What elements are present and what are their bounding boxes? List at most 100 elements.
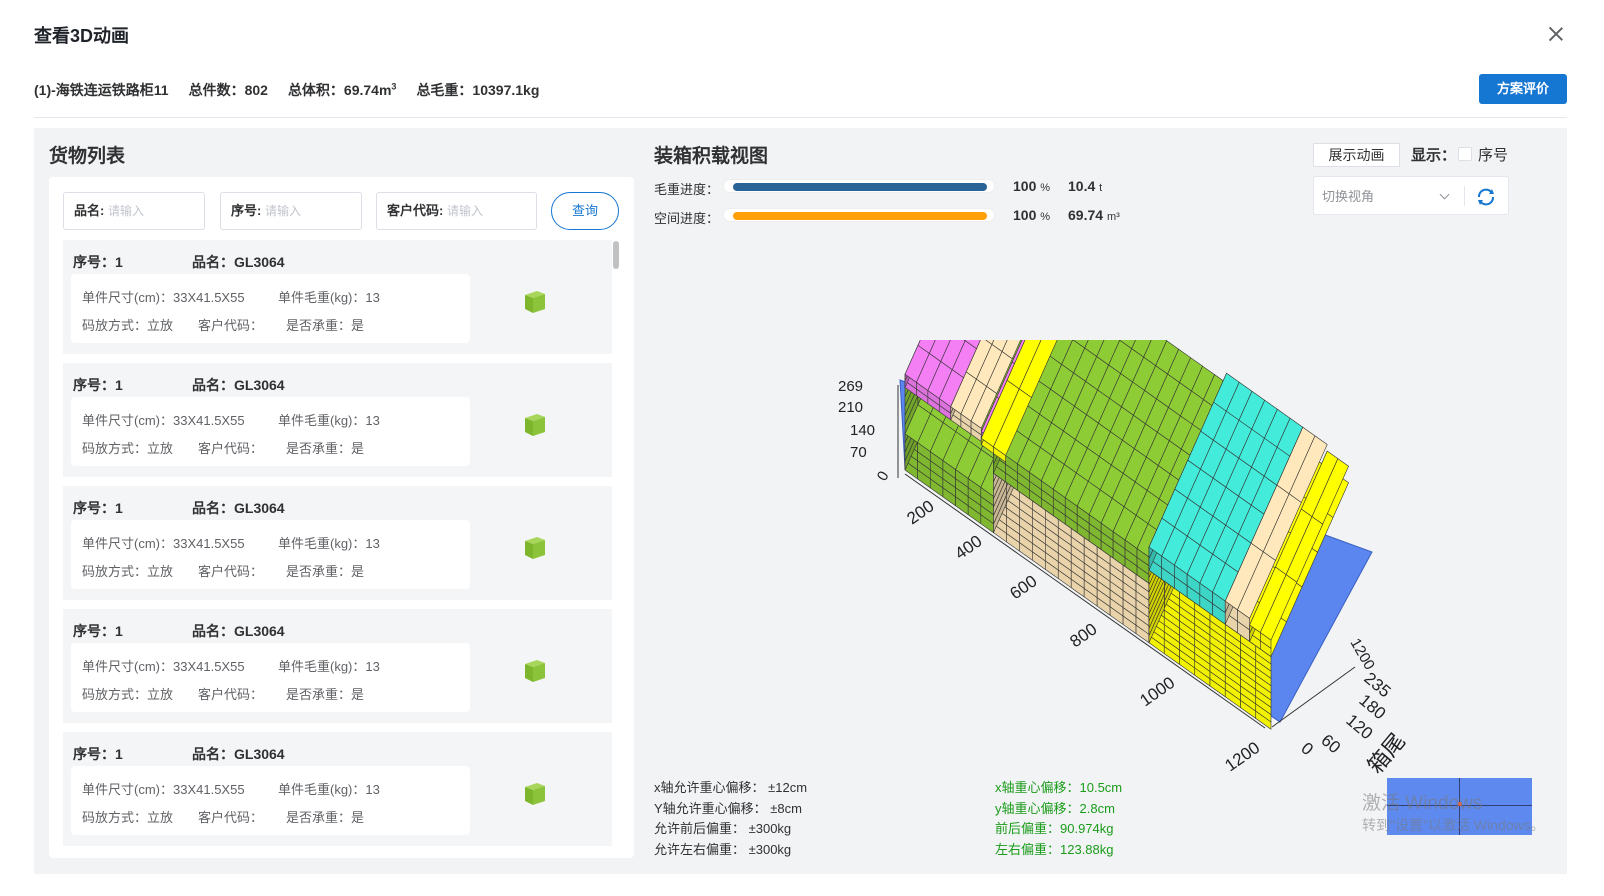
cargo-seq: 序号：1 [73, 746, 123, 762]
space-progress-bar [723, 208, 995, 222]
query-button[interactable]: 查询 [551, 192, 619, 230]
cargo-seq: 序号：1 [73, 254, 123, 270]
display-label: 显示： [1411, 147, 1457, 164]
search-seq-label: 序号: [231, 203, 262, 218]
weight-progress-percent: 100 % [1013, 178, 1051, 194]
z-tick-label: 0 [874, 468, 893, 484]
cargo-load-bearing: 是否承重：是 [286, 687, 365, 702]
list-scrollbar[interactable] [611, 240, 620, 846]
cargo-weight: 单件毛重(kg)：13 [278, 536, 380, 551]
show-animation-button[interactable]: 展示动画 [1313, 143, 1400, 167]
cargo-customer: 客户代码： [198, 687, 264, 702]
close-icon[interactable] [1546, 24, 1566, 44]
z-tick-label: 269 [838, 378, 863, 395]
space-progress-fill [733, 212, 987, 220]
cargo-name: 品名：GL3064 [192, 500, 285, 516]
cargo-detail: 单件尺寸(cm)：33X41.5X55 单件毛重(kg)：13 码放方式：立放 … [71, 274, 470, 343]
cargo-size: 单件尺寸(cm)：33X41.5X55 [82, 413, 245, 428]
cargo-load-bearing: 是否承重：是 [286, 318, 365, 333]
z-tick-label: 210 [838, 399, 863, 416]
search-customer-placeholder: 请输入 [446, 204, 483, 218]
actual-x: x轴重心偏移：10.5cm [995, 780, 1123, 795]
search-name-field[interactable]: 品名: 请输入 [63, 192, 205, 230]
search-customer-field[interactable]: 客户代码: 请输入 [376, 192, 537, 230]
cargo-seq: 序号：1 [73, 623, 123, 639]
cargo-load-bearing: 是否承重：是 [286, 441, 365, 456]
cube-icon [525, 537, 545, 559]
search-seq-field[interactable]: 序号: 请输入 [220, 192, 362, 230]
refresh-icon[interactable] [1475, 186, 1497, 208]
cargo-card[interactable]: 序号：1 品名：GL3064 单件尺寸(cm)：33X41.5X55 单件毛重(… [63, 240, 612, 354]
actual-front-back: 前后偏重：90.974kg [995, 821, 1114, 837]
cargo-card[interactable]: 序号：1 品名：GL3064 单件尺寸(cm)：33X41.5X55 单件毛重(… [63, 486, 612, 600]
cargo-placement: 码放方式：立放 [82, 810, 174, 825]
cargo-name: 品名：GL3064 [192, 254, 285, 270]
windows-watermark: 激活 Windows [1362, 793, 1483, 814]
cargo-detail: 单件尺寸(cm)：33X41.5X55 单件毛重(kg)：13 码放方式：立放 … [71, 766, 470, 835]
space-progress-value: 69.74 m³ [1068, 207, 1120, 223]
cargo-card[interactable]: 序号：1 品名：GL3064 单件尺寸(cm)：33X41.5X55 单件毛重(… [63, 732, 612, 846]
cargo-weight: 单件毛重(kg)：13 [278, 782, 380, 797]
limit-stats: x轴允许重心偏移： ±12cm Y轴允许重心偏移： ±8cm 允许前后偏重： ±… [654, 778, 807, 861]
limit-x: x轴允许重心偏移： ±12cm [654, 780, 808, 795]
cargo-detail: 单件尺寸(cm)：33X41.5X55 单件毛重(kg)：13 码放方式：立放 … [71, 397, 470, 466]
cargo-name: 品名：GL3064 [192, 623, 285, 639]
x-tick-label: 200 [903, 496, 937, 528]
x-tick-label: 800 [1066, 619, 1100, 651]
summary-bar: (1)-海铁连运铁路柜11 总件数：802 总体积：69.74m3 总毛重：10… [34, 80, 539, 100]
cargo-customer: 客户代码： [198, 441, 264, 456]
cargo-weight: 单件毛重(kg)：13 [278, 290, 380, 305]
view-angle-select[interactable]: 切换视角 [1322, 186, 1452, 205]
search-name-placeholder: 请输入 [107, 204, 144, 218]
cargo-weight: 单件毛重(kg)：13 [278, 413, 380, 428]
cargo-seq: 序号：1 [73, 500, 123, 516]
x-tick-label: 400 [951, 531, 985, 563]
plan-name: (1)-海铁连运铁路柜11 [34, 82, 169, 98]
weight-progress-label: 毛重进度： [654, 182, 720, 197]
weight-progress-fill [733, 183, 987, 191]
cube-icon [525, 660, 545, 682]
cargo-size: 单件尺寸(cm)：33X41.5X55 [82, 782, 245, 797]
x-tick-label: 600 [1006, 571, 1040, 603]
limit-y: Y轴允许重心偏移： ±8cm [654, 800, 802, 816]
space-progress-percent: 100 % [1013, 207, 1051, 223]
limit-front-back: 允许前后偏重： ±300kg [654, 821, 792, 837]
search-name-label: 品名: [74, 203, 105, 218]
cargo-placement: 码放方式：立放 [82, 687, 174, 702]
total-volume: 总体积：69.74m3 [287, 81, 397, 98]
loading-view-title: 装箱积载视图 [654, 146, 769, 167]
search-seq-placeholder: 请输入 [264, 204, 301, 218]
x-tick-label: 1200 [1221, 738, 1263, 775]
actual-stats: x轴重心偏移：10.5cm y轴重心偏移：2.8cm 前后偏重：90.974kg… [995, 778, 1122, 861]
seq-checkbox-label: 序号 [1478, 147, 1509, 164]
y-tick-label: 0 [1297, 739, 1316, 760]
seq-checkbox[interactable] [1458, 147, 1472, 161]
cargo-placement: 码放方式：立放 [82, 564, 174, 579]
plan-eval-button[interactable]: 方案评价 [1479, 74, 1567, 104]
list-scrollbar-thumb[interactable] [613, 241, 619, 269]
cargo-seq: 序号：1 [73, 377, 123, 393]
cargo-detail: 单件尺寸(cm)：33X41.5X55 单件毛重(kg)：13 码放方式：立放 … [71, 643, 470, 712]
cargo-card[interactable]: 序号：1 品名：GL3064 单件尺寸(cm)：33X41.5X55 单件毛重(… [63, 363, 612, 477]
total-weight: 总毛重：10397.1kg [416, 82, 540, 98]
container-3d-view[interactable]: 2692101407002004006008001000120012002351… [650, 340, 1450, 790]
cargo-customer: 客户代码： [198, 318, 264, 333]
dialog-title: 查看3D动画 [34, 26, 130, 46]
weight-progress-value: 10.4 t [1068, 178, 1103, 194]
cargo-card[interactable]: 序号：1 品名：GL3064 单件尺寸(cm)：33X41.5X55 单件毛重(… [63, 609, 612, 723]
total-count: 总件数：802 [188, 82, 268, 98]
cargo-placement: 码放方式：立放 [82, 318, 174, 333]
limit-left-right: 允许左右偏重： ±300kg [654, 842, 792, 858]
cargo-placement: 码放方式：立放 [82, 441, 174, 456]
space-progress-label: 空间进度： [654, 211, 720, 226]
z-tick-label: 70 [850, 444, 867, 461]
select-divider [1464, 186, 1465, 206]
cargo-weight: 单件毛重(kg)：13 [278, 659, 380, 674]
divider [34, 117, 1567, 118]
windows-watermark-hint: 转到"设置"以激活 Windows。 [1362, 817, 1545, 833]
cargo-list[interactable]: 序号：1 品名：GL3064 单件尺寸(cm)：33X41.5X55 单件毛重(… [63, 240, 613, 848]
cargo-customer: 客户代码： [198, 810, 264, 825]
cargo-customer: 客户代码： [198, 564, 264, 579]
cargo-size: 单件尺寸(cm)：33X41.5X55 [82, 536, 245, 551]
z-tick-label: 140 [850, 422, 875, 439]
